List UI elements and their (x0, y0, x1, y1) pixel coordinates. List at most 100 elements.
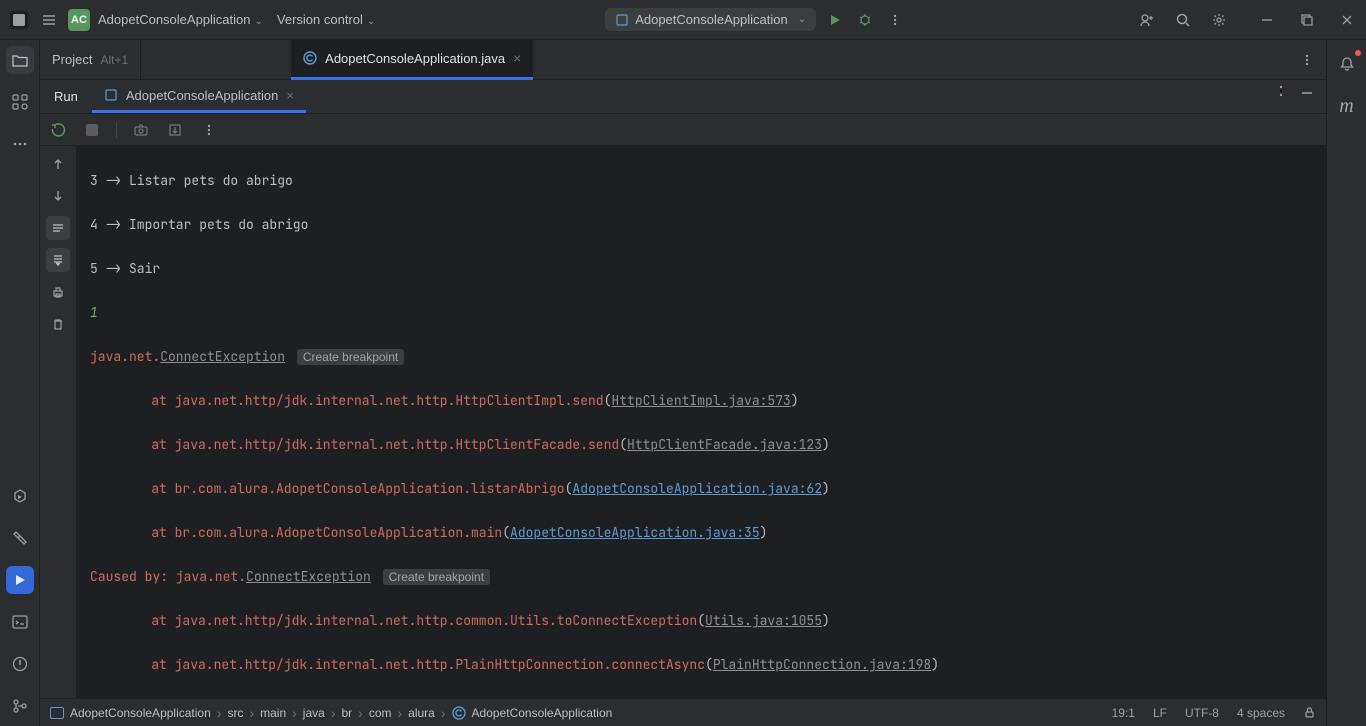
breadcrumb-item[interactable]: br (341, 706, 352, 720)
chevron-icon: › (331, 705, 336, 721)
debug-button[interactable] (854, 9, 876, 31)
src-link[interactable]: HttpClientImpl.java:573 (611, 392, 790, 409)
collab-icon[interactable] (1136, 9, 1158, 31)
chevron-down-icon: ⌄ (367, 16, 375, 27)
editor-tab-label: AdopetConsoleApplication.java (325, 51, 505, 66)
src-link[interactable]: AdopetConsoleApplication.java:62 (572, 480, 822, 497)
breadcrumb-item[interactable]: java (303, 706, 325, 720)
project-tool-button[interactable] (6, 46, 34, 74)
run-panel-title: Run (40, 80, 92, 113)
project-badge: AC (68, 9, 90, 31)
run-panel-menu[interactable] (1270, 80, 1292, 102)
chevron-down-icon: ⌄ (255, 16, 263, 27)
console-output[interactable]: 3 -> Listar pets do abrigo 4 -> Importar… (76, 146, 1326, 698)
stack-line: at java.net.http/jdk.internal.net.http.c… (90, 610, 1312, 632)
intellij-logo-icon (8, 9, 30, 31)
minimize-window[interactable] (1256, 9, 1278, 31)
class-icon (303, 51, 317, 65)
caused-by-line: Caused by: java.net.ConnectException Cre… (90, 566, 1312, 588)
chevron-icon: › (292, 705, 297, 721)
chevron-icon: › (249, 705, 254, 721)
scroll-down-icon[interactable] (46, 184, 70, 208)
exception-link[interactable]: ConnectException (160, 348, 285, 365)
run-button[interactable] (824, 9, 846, 31)
breadcrumb-item[interactable]: src (227, 706, 243, 720)
project-name-label: AdopetConsoleApplication (98, 12, 251, 27)
search-icon[interactable] (1172, 9, 1194, 31)
problems-tool-button[interactable] (6, 650, 34, 678)
stop-button[interactable] (82, 120, 102, 140)
terminal-tool-button[interactable] (6, 608, 34, 636)
more-tools-button[interactable] (6, 130, 34, 158)
print-icon[interactable] (46, 280, 70, 304)
kebab-menu[interactable] (199, 120, 219, 140)
build-tool-button[interactable] (6, 524, 34, 552)
user-input-echo: 1 (90, 302, 1312, 324)
run-panel-header: Run AdopetConsoleApplication × (40, 80, 1326, 114)
more-run-actions[interactable] (884, 9, 906, 31)
stack-line: at br.com.alura.AdopetConsoleApplication… (90, 522, 1312, 544)
exception-link[interactable]: ConnectException (246, 568, 371, 585)
line-separator[interactable]: LF (1153, 706, 1167, 720)
hide-run-panel[interactable] (1296, 80, 1318, 102)
breadcrumb-item[interactable]: alura (408, 706, 435, 720)
readonly-lock-icon[interactable] (1303, 706, 1316, 720)
scroll-to-end-icon[interactable] (46, 248, 70, 272)
run-config-label: AdopetConsoleApplication (126, 88, 279, 103)
run-config-tab[interactable]: AdopetConsoleApplication × (92, 80, 306, 113)
close-window[interactable] (1336, 9, 1358, 31)
console-gutter (40, 146, 76, 698)
run-tool-button[interactable] (6, 566, 34, 594)
chevron-icon: › (398, 705, 403, 721)
src-link[interactable]: AdopetConsoleApplication.java:35 (510, 524, 760, 541)
close-run-tab-icon[interactable]: × (286, 88, 294, 103)
close-tab-icon[interactable]: × (513, 50, 521, 66)
breadcrumb-item[interactable]: AdopetConsoleApplication (472, 706, 613, 720)
chevron-icon: › (217, 705, 222, 721)
maven-tool-button[interactable]: m (1333, 92, 1361, 120)
editor-tab[interactable]: AdopetConsoleApplication.java × (291, 40, 533, 80)
clear-icon[interactable] (46, 312, 70, 336)
indent-info[interactable]: 4 spaces (1237, 706, 1285, 720)
rerun-button[interactable] (48, 120, 68, 140)
left-tool-strip (0, 40, 40, 726)
notification-dot (1355, 50, 1361, 56)
scroll-up-icon[interactable] (46, 152, 70, 176)
project-name-dropdown[interactable]: AdopetConsoleApplication ⌄ (98, 12, 263, 27)
hamburger-menu-icon[interactable] (38, 9, 60, 31)
cursor-position[interactable]: 19:1 (1112, 706, 1135, 720)
output-line: 5 -> Sair (90, 258, 1312, 280)
project-label: Project (52, 52, 92, 67)
recent-files-button[interactable] (1296, 49, 1318, 71)
vcs-tool-button[interactable] (6, 692, 34, 720)
breadcrumb-item[interactable]: com (369, 706, 392, 720)
services-tool-button[interactable] (6, 482, 34, 510)
soft-wrap-icon[interactable] (46, 216, 70, 240)
breadcrumb-item[interactable]: AdopetConsoleApplication (70, 706, 211, 720)
file-encoding[interactable]: UTF-8 (1185, 706, 1219, 720)
create-breakpoint-badge[interactable]: Create breakpoint (383, 569, 490, 585)
create-breakpoint-badge[interactable]: Create breakpoint (297, 349, 404, 365)
breadcrumb-bar: AdopetConsoleApplication › src › main › … (40, 698, 1326, 726)
version-control-label: Version control (277, 12, 363, 27)
camera-icon[interactable] (131, 120, 151, 140)
project-tool-header[interactable]: Project Alt+1 (40, 40, 141, 80)
src-link[interactable]: PlainHttpConnection.java:198 (713, 656, 931, 673)
chevron-icon: › (441, 705, 446, 721)
src-link[interactable]: Utils.java:1055 (705, 612, 822, 629)
version-control-dropdown[interactable]: Version control ⌄ (277, 12, 375, 27)
output-line: 4 -> Importar pets do abrigo (90, 214, 1312, 236)
src-link[interactable]: HttpClientFacade.java:123 (627, 436, 822, 453)
stack-line: at br.com.alura.AdopetConsoleApplication… (90, 478, 1312, 500)
stack-line: at java.net.http/jdk.internal.net.http.H… (90, 434, 1312, 456)
settings-icon[interactable] (1208, 9, 1230, 31)
run-toolbar (40, 114, 1326, 146)
notifications-button[interactable] (1333, 50, 1361, 78)
run-configuration-dropdown[interactable]: AdopetConsoleApplication ⌄ (605, 8, 816, 31)
exception-line: java.net.ConnectException Create breakpo… (90, 346, 1312, 368)
breadcrumb-item[interactable]: main (260, 706, 286, 720)
right-tool-strip: m (1326, 40, 1366, 726)
export-icon[interactable] (165, 120, 185, 140)
structure-tool-button[interactable] (6, 88, 34, 116)
maximize-window[interactable] (1296, 9, 1318, 31)
